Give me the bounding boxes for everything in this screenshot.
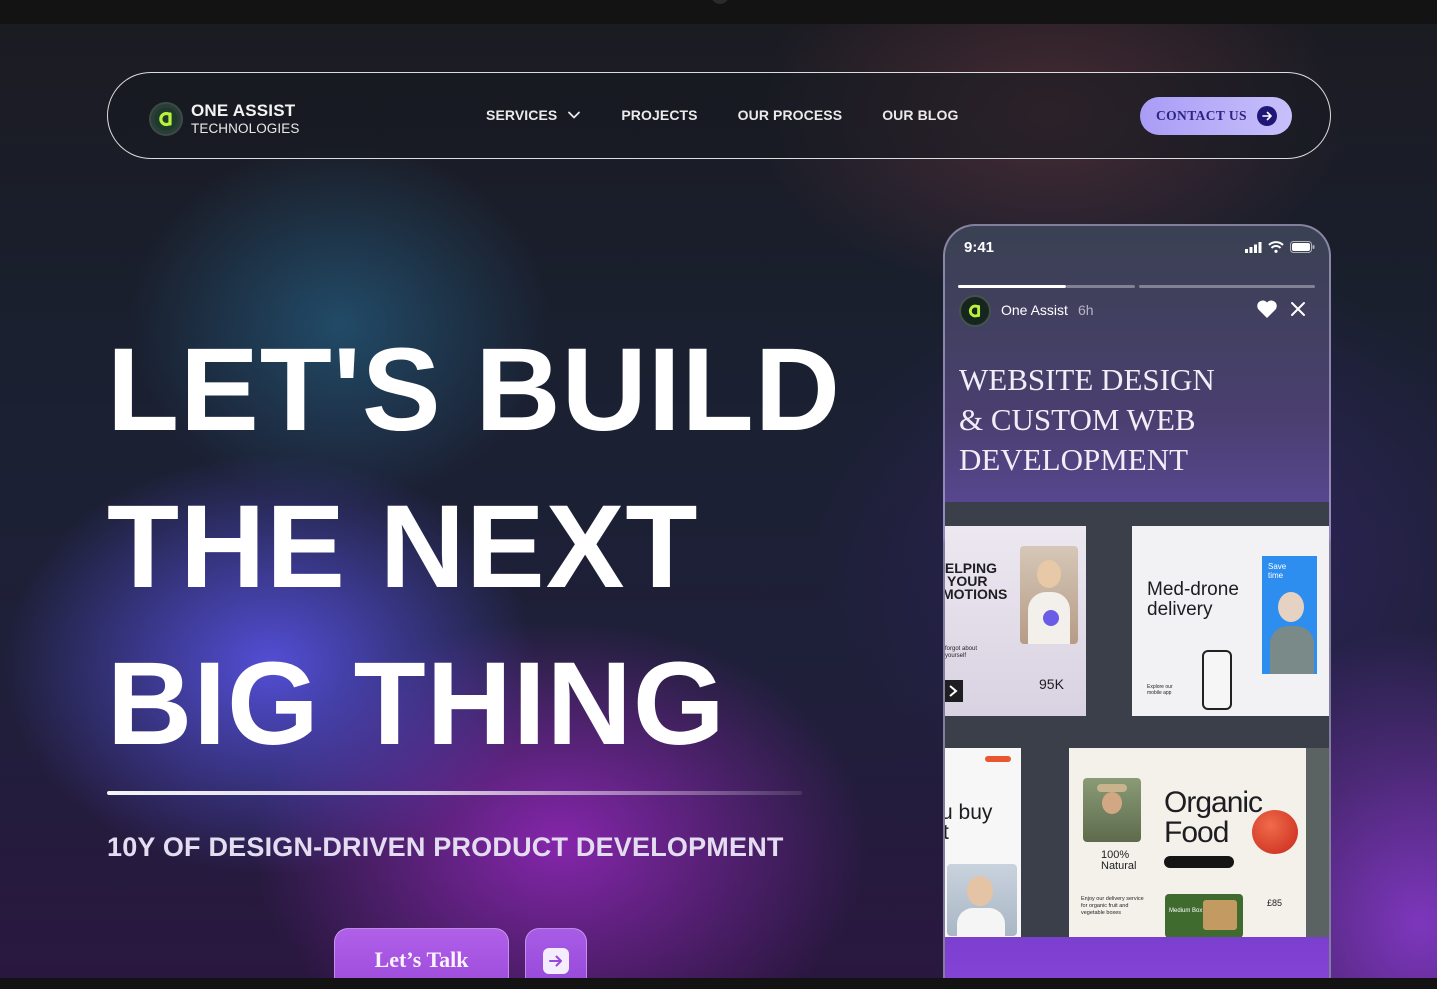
brand-subname: TECHNOLOGIES xyxy=(191,121,300,137)
portrait-image xyxy=(1020,546,1078,644)
card-small-text: Enjoy our delivery service for organic f… xyxy=(1081,896,1144,916)
signal-icon xyxy=(1245,241,1262,253)
card-heading-line: delivery xyxy=(1147,599,1213,620)
card-badge: Save time xyxy=(1268,562,1287,580)
card-heading-line: Organic xyxy=(1164,786,1263,819)
phone-mockup: 9:41 One Assist 6h WEBSITE DESIGN & CUST… xyxy=(943,224,1331,978)
card-heading-line: MOTIONS xyxy=(945,586,1008,602)
brand-logo[interactable]: ONE ASSIST TECHNOLOGIES xyxy=(149,102,299,136)
hero-subtitle: 10Y OF DESIGN-DRIVEN PRODUCT DEVELOPMENT xyxy=(107,832,784,862)
portfolio-grid: IELPING YOUR MOTIONS forgot about yourse… xyxy=(945,502,1329,938)
story-progress-remaining xyxy=(1066,285,1135,288)
portfolio-card-med-drone[interactable]: Med-drone delivery Save time Explore our… xyxy=(1132,526,1329,716)
card-arrow-button[interactable] xyxy=(945,680,963,702)
contact-us-button[interactable]: CONTACT US xyxy=(1140,97,1292,135)
arrow-cta-button[interactable] xyxy=(525,928,587,978)
portfolio-card-buy[interactable]: u buy t xyxy=(945,748,1021,938)
heart-icon[interactable] xyxy=(1256,299,1278,324)
wifi-icon xyxy=(1268,241,1284,253)
headline-line-3: BIG THING xyxy=(107,638,726,770)
card-heading-line: Food xyxy=(1164,816,1229,849)
portfolio-card-organic-food[interactable]: 100% Natural Organic Food Enjoy our deli… xyxy=(1069,748,1306,938)
card-price: £85 xyxy=(1267,898,1283,908)
arrow-right-icon xyxy=(1256,106,1277,126)
nav-item-our-blog[interactable]: OUR BLOG xyxy=(882,107,958,123)
story-age: 6h xyxy=(1078,302,1094,318)
tomato-image xyxy=(1252,810,1298,854)
logo-mark-icon xyxy=(149,102,183,136)
hero-section: ONE ASSIST TECHNOLOGIES SERVICES PROJECT… xyxy=(0,24,1437,978)
hero-headline: LET'S BUILD THE NEXT BIG THING xyxy=(107,312,841,783)
lets-talk-label: Let’s Talk xyxy=(374,947,469,972)
contact-us-label: CONTACT US xyxy=(1156,108,1247,123)
card-small-text: yourself xyxy=(945,653,967,659)
story-avatar[interactable] xyxy=(959,295,991,327)
story-progress-next xyxy=(1139,285,1315,288)
nav-item-services[interactable]: SERVICES xyxy=(486,107,581,123)
card-heading-line: t xyxy=(945,822,949,844)
brand-name: ONE ASSIST xyxy=(191,101,296,121)
portfolio-card-emotions[interactable]: IELPING YOUR MOTIONS forgot about yourse… xyxy=(945,526,1086,716)
start-shopping-button[interactable] xyxy=(1164,856,1234,868)
card-small-text: Explore our mobile app xyxy=(1147,684,1173,696)
nav-item-projects[interactable]: PROJECTS xyxy=(621,107,697,123)
browser-bottom-bar xyxy=(0,978,1437,989)
hero-divider xyxy=(107,791,802,795)
portrait-image xyxy=(947,864,1017,936)
story-title-line-2: & CUSTOM WEB xyxy=(959,402,1196,437)
headline-line-1: LET'S BUILD xyxy=(107,324,841,456)
close-icon[interactable] xyxy=(1289,300,1307,323)
card-small-text: Medium Box xyxy=(1169,908,1203,914)
phone-image xyxy=(1202,650,1232,710)
story-title-line-1: WEBSITE DESIGN xyxy=(959,362,1215,397)
headline-line-2: THE NEXT xyxy=(107,481,699,613)
card-badge: 100% Natural xyxy=(1101,849,1137,872)
nav-item-label: SERVICES xyxy=(486,107,558,123)
arrow-right-icon xyxy=(543,948,569,974)
top-navigation: ONE ASSIST TECHNOLOGIES SERVICES PROJECT… xyxy=(107,72,1331,159)
card-heading-line: Med-drone xyxy=(1147,579,1239,600)
photo-panel: Save time xyxy=(1262,556,1317,674)
card-small-text: forgot about xyxy=(945,646,978,652)
camera-notch xyxy=(711,0,729,4)
battery-icon xyxy=(1290,241,1315,253)
phone-bottom-panel xyxy=(945,937,1329,978)
nav-links: SERVICES PROJECTS OUR PROCESS OUR BLOG xyxy=(486,107,958,123)
story-title-line-3: DEVELOPMENT xyxy=(959,442,1189,477)
play-icon[interactable] xyxy=(1043,610,1059,626)
chevron-down-icon xyxy=(567,108,581,122)
story-username[interactable]: One Assist xyxy=(1001,302,1068,318)
farmer-image xyxy=(1083,778,1141,842)
browser-top-bar xyxy=(0,0,1437,24)
phone-time: 9:41 xyxy=(964,239,995,256)
card-heading-line: u buy xyxy=(945,801,993,824)
portfolio-card-edge xyxy=(1306,748,1329,938)
phone-status-icons xyxy=(1245,241,1315,253)
story-progress-active xyxy=(958,285,1066,288)
story-title: WEBSITE DESIGN & CUSTOM WEB DEVELOPMENT xyxy=(959,360,1319,480)
lets-talk-button[interactable]: Let’s Talk xyxy=(334,928,509,978)
nav-item-our-process[interactable]: OUR PROCESS xyxy=(738,107,843,123)
card-tag xyxy=(985,756,1011,762)
card-stat: 95K xyxy=(1039,676,1064,692)
product-box[interactable]: Medium Box xyxy=(1165,894,1243,938)
